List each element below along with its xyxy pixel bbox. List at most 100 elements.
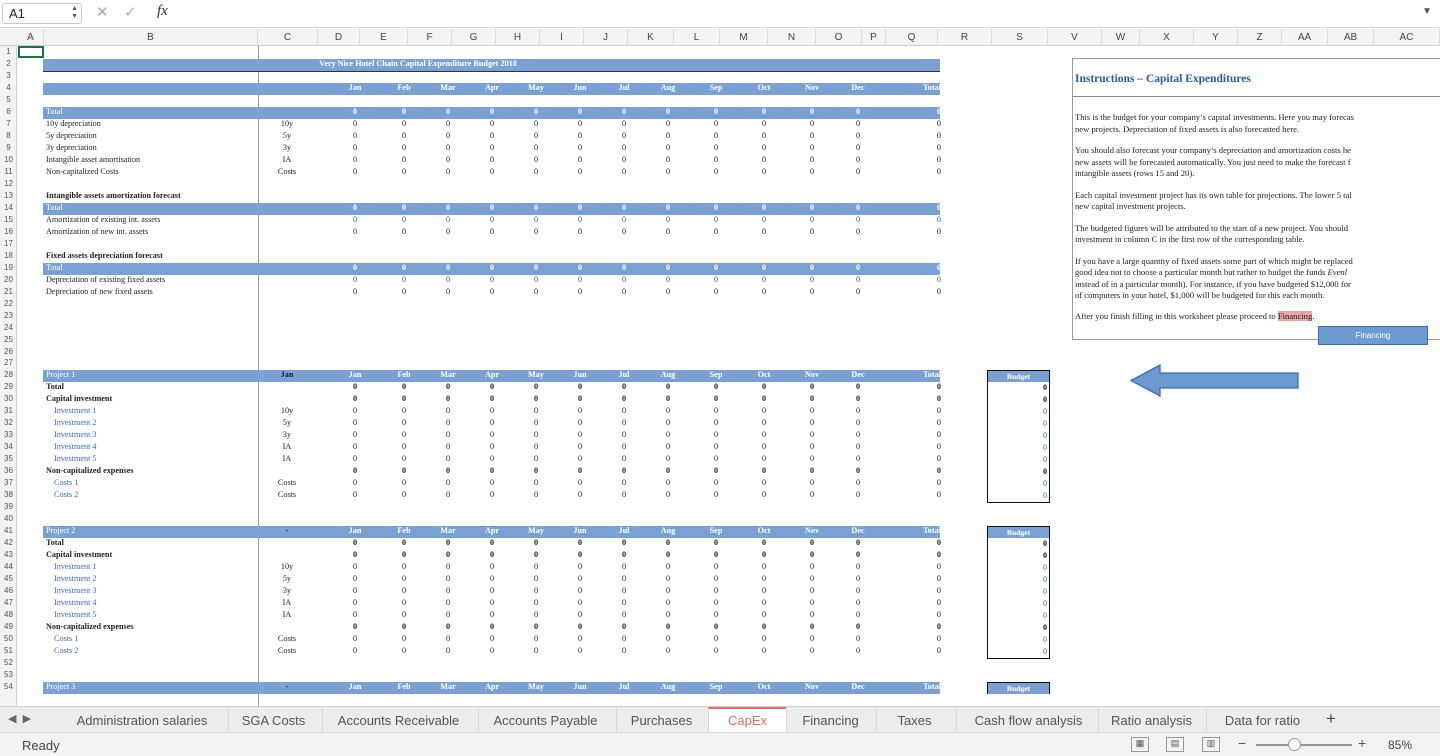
intangible-cell-sep[interactable]: 0 (706, 214, 726, 226)
row-header-36[interactable]: 36 (0, 465, 16, 477)
project-1-cell-dec[interactable]: 0 (848, 477, 868, 489)
fixed-cell-oct[interactable]: 0 (754, 286, 774, 298)
project-2-row-label[interactable]: Total (46, 537, 246, 549)
row-header-14[interactable]: 14 (0, 202, 16, 214)
project-2-cell-jun[interactable]: 0 (570, 621, 590, 633)
summary-cell-aug[interactable]: 0 (658, 166, 678, 178)
project-2-cell-mar[interactable]: 0 (438, 645, 458, 657)
project-2-cell-feb[interactable]: 0 (394, 597, 414, 609)
row-header-31[interactable]: 31 (0, 405, 16, 417)
fixed-cell-sep[interactable]: 0 (706, 274, 726, 286)
project-1-cell-sep[interactable]: 0 (706, 489, 726, 501)
summary-month-nov[interactable]: Nov (798, 82, 826, 94)
column-header-c[interactable]: C (258, 29, 318, 46)
project-1-cell-oct[interactable]: 0 (754, 465, 774, 477)
project-1-cell-jun[interactable]: 0 (570, 477, 590, 489)
summary-cell-sep[interactable]: 0 (706, 142, 726, 154)
column-header-i[interactable]: I (540, 29, 584, 46)
project-2-cell-apr[interactable]: 0 (482, 645, 502, 657)
summary-cell-sep[interactable]: 0 (706, 166, 726, 178)
project-2-cell-nov[interactable]: 0 (802, 633, 822, 645)
column-header-b[interactable]: B (44, 29, 258, 46)
name-box-stepper-icon[interactable]: ▲ ▼ (71, 5, 78, 21)
intangible-cell-jun[interactable]: 0 (570, 202, 590, 214)
project-2-row-label[interactable]: Costs 2 (54, 645, 254, 657)
tab-financing[interactable]: Financing (786, 707, 874, 733)
intangible-cell-total[interactable]: 0 (931, 226, 941, 238)
project-1-month-jan[interactable]: Jan (341, 369, 369, 381)
row-header-32[interactable]: 32 (0, 417, 16, 429)
project-2-row-label[interactable]: Costs 1 (54, 633, 254, 645)
project-1-cell-jan[interactable]: 0 (345, 489, 365, 501)
summary-cell-feb[interactable]: 0 (394, 166, 414, 178)
project-2-cell-may[interactable]: 0 (526, 549, 546, 561)
project-1-cell-nov[interactable]: 0 (802, 429, 822, 441)
intangible-cell-mar[interactable]: 0 (438, 214, 458, 226)
project-2-cell-apr[interactable]: 0 (482, 585, 502, 597)
project-1-cell-total[interactable]: 0 (931, 393, 941, 405)
summary-row-label[interactable]: Intangible asset amortisation (46, 154, 256, 166)
project-2-month-apr[interactable]: Apr (478, 525, 506, 537)
project-2-cell-jul[interactable]: 0 (614, 561, 634, 573)
project-1-cell-mar[interactable]: 0 (438, 417, 458, 429)
project-1-cell-sep[interactable]: 0 (706, 393, 726, 405)
project-2-cell-jun[interactable]: 0 (570, 645, 590, 657)
summary-cell-nov[interactable]: 0 (802, 142, 822, 154)
page-break-view-icon[interactable]: ▥ (1202, 737, 1220, 752)
project-2-month-may[interactable]: May (522, 525, 550, 537)
project-1-cell-may[interactable]: 0 (526, 405, 546, 417)
summary-cell-jan[interactable]: 0 (345, 130, 365, 142)
row-header-41[interactable]: 41 (0, 525, 16, 537)
column-header-ab[interactable]: AB (1328, 29, 1374, 46)
project-1-month-feb[interactable]: Feb (390, 369, 418, 381)
project-1-cell-jan[interactable]: 0 (345, 417, 365, 429)
project-1-cell-dec[interactable]: 0 (848, 429, 868, 441)
summary-cell-oct[interactable]: 0 (754, 118, 774, 130)
fixed-cell-apr[interactable]: 0 (482, 286, 502, 298)
tab-scroll-arrows-icon[interactable]: ◀ ▶ (8, 712, 31, 725)
summary-cell-jul[interactable]: 0 (614, 118, 634, 130)
project-2-cell-aug[interactable]: 0 (658, 537, 678, 549)
project-2-row-code[interactable]: IA (260, 609, 314, 621)
fixed-cell-apr[interactable]: 0 (482, 262, 502, 274)
project-2-row-label[interactable]: Investment 2 (54, 573, 254, 585)
project-2-month-mar[interactable]: Mar (434, 525, 462, 537)
project-2-cell-jan[interactable]: 0 (345, 621, 365, 633)
column-header-n[interactable]: N (768, 29, 816, 46)
project-3-budget-box[interactable]: Budget (987, 681, 1050, 694)
project-2-cell-sep[interactable]: 0 (706, 585, 726, 597)
project-1-cell-mar[interactable]: 0 (438, 477, 458, 489)
row-header-20[interactable]: 20 (0, 274, 16, 286)
project-2-cell-aug[interactable]: 0 (658, 549, 678, 561)
project-2-cell-jan[interactable]: 0 (345, 609, 365, 621)
project-2-cell-feb[interactable]: 0 (394, 609, 414, 621)
project-2-start-month[interactable]: - (260, 525, 314, 537)
summary-cell-feb[interactable]: 0 (394, 130, 414, 142)
summary-cell-jan[interactable]: 0 (345, 142, 365, 154)
financing-button[interactable]: Financing (1318, 326, 1428, 345)
intangible-cell-may[interactable]: 0 (526, 226, 546, 238)
project-1-cell-sep[interactable]: 0 (706, 417, 726, 429)
project-2-cell-apr[interactable]: 0 (482, 633, 502, 645)
project-2-cell-oct[interactable]: 0 (754, 537, 774, 549)
project-1-total-header[interactable]: Total (901, 369, 941, 381)
project-2-month-dec[interactable]: Dec (844, 525, 872, 537)
project-1-cell-total[interactable]: 0 (931, 405, 941, 417)
project-2-row-label[interactable]: Investment 3 (54, 585, 254, 597)
intangible-cell-may[interactable]: 0 (526, 214, 546, 226)
intangible-row-label[interactable]: Total (46, 202, 256, 214)
project-1-row-label[interactable]: Investment 1 (54, 405, 254, 417)
column-header-d[interactable]: D (318, 29, 360, 46)
fixed-cell-mar[interactable]: 0 (438, 262, 458, 274)
column-header-g[interactable]: G (452, 29, 496, 46)
summary-cell-jan[interactable]: 0 (345, 166, 365, 178)
project-1-cell-total[interactable]: 0 (931, 417, 941, 429)
intangible-cell-feb[interactable]: 0 (394, 202, 414, 214)
intangible-cell-apr[interactable]: 0 (482, 214, 502, 226)
project-2-row-label[interactable]: Investment 5 (54, 609, 254, 621)
project-1-cell-apr[interactable]: 0 (482, 477, 502, 489)
intangible-cell-sep[interactable]: 0 (706, 226, 726, 238)
summary-cell-sep[interactable]: 0 (706, 106, 726, 118)
summary-cell-jul[interactable]: 0 (614, 154, 634, 166)
fixed-title[interactable]: Fixed assets depreciation forecast (46, 250, 256, 262)
